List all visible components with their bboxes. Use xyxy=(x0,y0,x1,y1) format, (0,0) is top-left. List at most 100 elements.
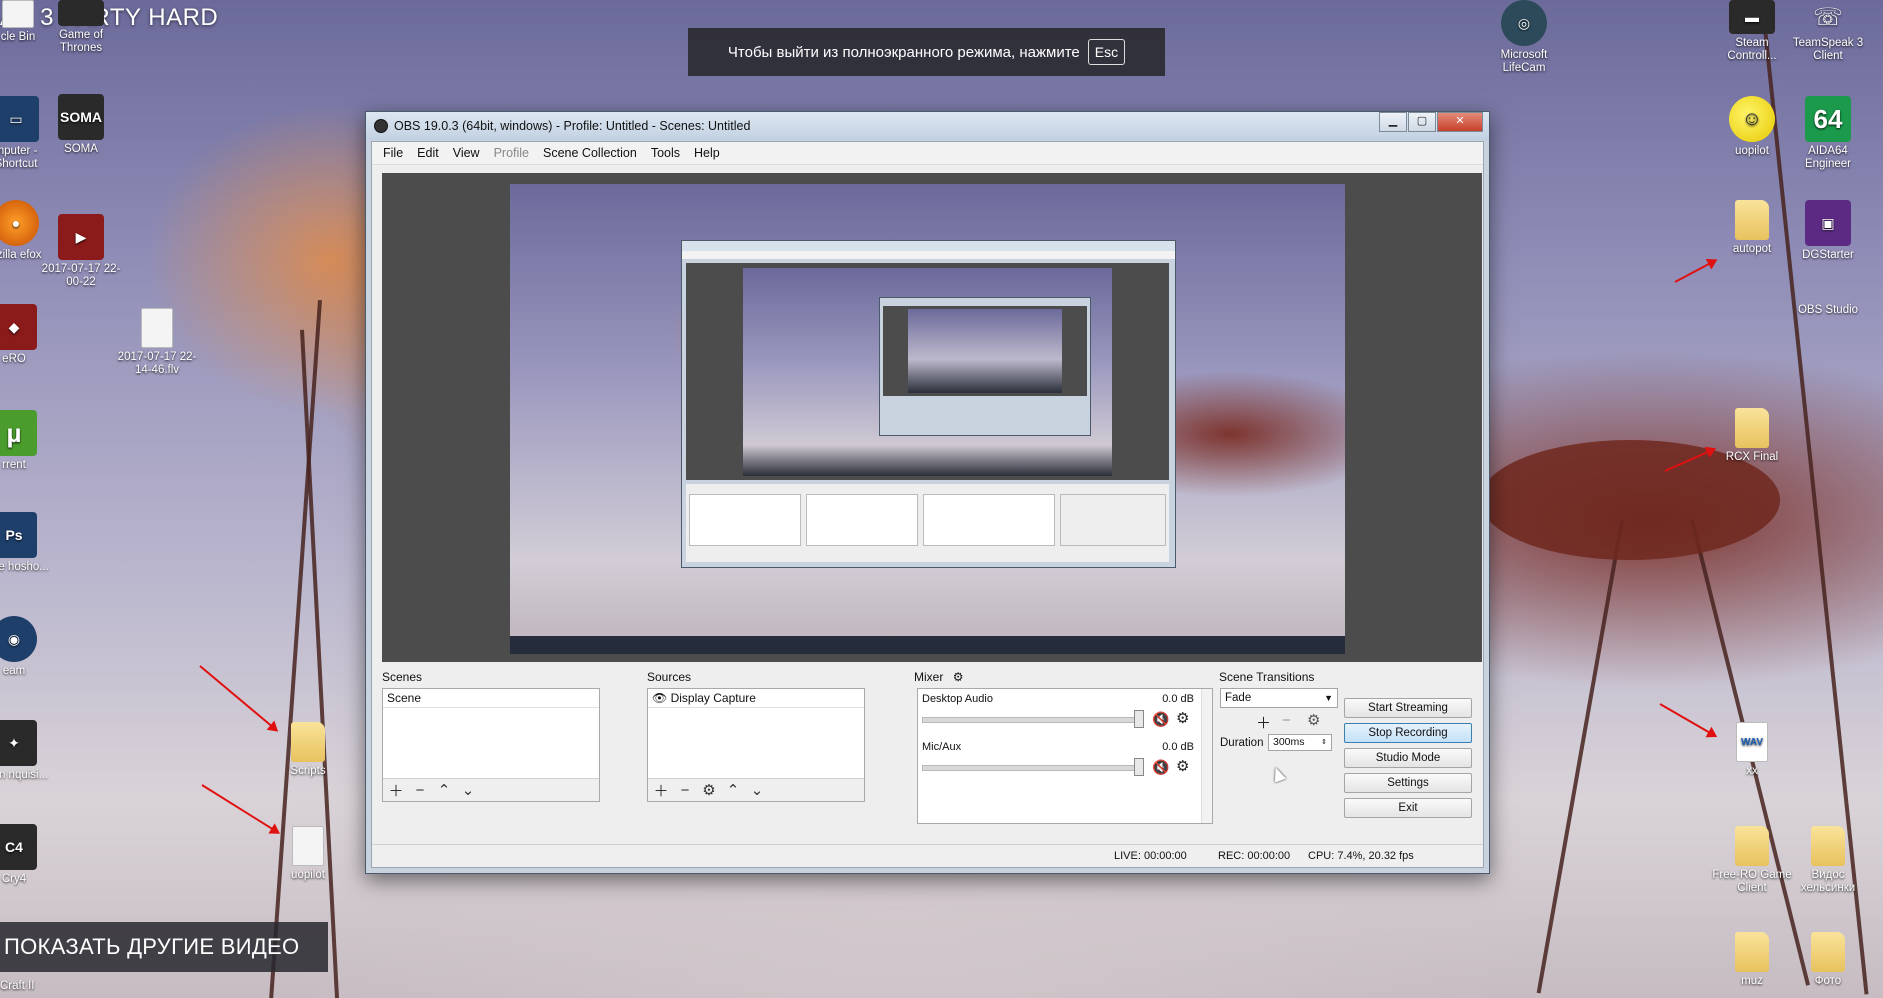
desktop-icon-uopilot-file[interactable]: uopilot xyxy=(268,826,348,882)
recursive-controls xyxy=(1060,494,1166,546)
desktop-icon-xx-wav[interactable]: WAV xx xyxy=(1712,722,1792,778)
desktop-icon-free-ro[interactable]: Free-RO Game Client xyxy=(1712,826,1792,895)
gear-icon[interactable]: ⚙ xyxy=(953,670,964,684)
firefox-icon: ● xyxy=(0,200,39,246)
mixer-channel-mic-aux: Mic/Aux 0.0 dB 🔇 ⚙ xyxy=(922,741,1198,776)
eye-icon[interactable]: 👁 xyxy=(652,691,667,705)
desktop-icon-scripts[interactable]: Scripts xyxy=(268,722,348,778)
annotation-arrow xyxy=(1674,259,1717,283)
desktop-icon-game-of-thrones[interactable]: Game of Thrones xyxy=(41,0,121,55)
status-bar: LIVE: 00:00:00 REC: 00:00:00 CPU: 7.4%, … xyxy=(372,844,1483,867)
desktop-icon-far-cry-4[interactable]: C4 Cry4 xyxy=(0,824,54,886)
desktop-icon-lifecam[interactable]: ◎ Microsoft LifeCam xyxy=(1484,0,1564,75)
chevron-down-icon[interactable]: ⌄ xyxy=(459,781,477,799)
studio-mode-button[interactable]: Studio Mode xyxy=(1344,748,1472,768)
folder-icon xyxy=(1735,200,1769,240)
volume-slider-handle[interactable] xyxy=(1134,758,1144,776)
settings-button[interactable]: Settings xyxy=(1344,773,1472,793)
desktop-icon-uopilot[interactable]: ☺ uopilot xyxy=(1712,96,1792,158)
recursive-sources xyxy=(806,494,918,546)
dragon-age-icon: ✦ xyxy=(0,720,37,766)
menu-file[interactable]: File xyxy=(376,144,410,162)
desktop-icon-label: xx xyxy=(1746,765,1758,777)
desktop-icon-ero[interactable]: ◆ eRO xyxy=(0,304,54,366)
aida64-icon: 64 xyxy=(1805,96,1851,142)
desktop-icon-label: Steam Controll... xyxy=(1727,37,1777,62)
speaker-muted-icon[interactable]: 🔇 xyxy=(1152,711,1169,728)
desktop-icon-utorrent[interactable]: µ rrent xyxy=(0,410,54,472)
chevron-down-icon[interactable]: ⌄ xyxy=(748,781,766,799)
exit-button[interactable]: Exit xyxy=(1344,798,1472,818)
spinner-arrows-icon[interactable]: ⇕ xyxy=(1321,735,1327,750)
recursive-scenes xyxy=(689,494,801,546)
menu-scene-collection[interactable]: Scene Collection xyxy=(536,144,644,162)
remove-icon[interactable]: − xyxy=(1282,712,1291,729)
sources-panel: 👁 Display Capture ＋ − ⚙ ⌃ ⌄ xyxy=(647,688,865,802)
gear-icon[interactable]: ⚙ xyxy=(1176,757,1189,775)
remove-icon[interactable]: − xyxy=(676,782,694,799)
desktop-icon-photo[interactable]: Фото xyxy=(1788,932,1868,988)
close-button[interactable]: ✕ xyxy=(1437,112,1483,132)
desktop-icon-muz[interactable]: muz xyxy=(1712,932,1792,988)
gear-icon[interactable]: ⚙ xyxy=(1176,709,1189,727)
video-thumbnail-icon: ▶ xyxy=(58,214,104,260)
desktop-icon-steam[interactable]: ◉ eam xyxy=(0,616,54,678)
desktop-icon-autopot[interactable]: autopot xyxy=(1712,200,1792,256)
scenes-panel: Scene ＋ − ⌃ ⌄ xyxy=(382,688,600,802)
desktop-icon-dgstarter[interactable]: ▣ DGStarter xyxy=(1788,200,1868,262)
gear-icon[interactable]: ⚙ xyxy=(1307,711,1320,729)
rec-status: REC: 00:00:00 xyxy=(1218,850,1291,862)
mixer-scrollbar[interactable] xyxy=(1201,689,1212,823)
speaker-muted-icon[interactable]: 🔇 xyxy=(1152,759,1169,776)
duration-spinbox[interactable]: 300ms ⇕ xyxy=(1268,734,1332,751)
gear-icon[interactable]: ⚙ xyxy=(700,781,718,799)
desktop-icon-steam-controller[interactable]: ▬ Steam Controll... xyxy=(1712,0,1792,63)
folder-icon xyxy=(1735,408,1769,448)
desktop-icon-dragon-age[interactable]: ✦ agon nquisi... xyxy=(0,720,54,782)
folder-icon xyxy=(291,722,325,762)
desktop-icon-label: agon nquisi... xyxy=(0,769,49,781)
source-item[interactable]: 👁 Display Capture xyxy=(648,689,864,708)
desktop-icon-photoshop[interactable]: Ps dobe hosho... xyxy=(0,512,54,574)
volume-slider-track[interactable] xyxy=(922,717,1140,723)
menu-profile[interactable]: Profile xyxy=(487,144,536,162)
desktop-icon-label: TeamSpeak 3 Client xyxy=(1792,37,1864,62)
recursive-preview-inner-2 xyxy=(908,309,1062,393)
desktop-icon-label: RCX Final xyxy=(1725,451,1779,463)
chevron-up-icon[interactable]: ⌃ xyxy=(435,781,453,799)
scenes-toolbar: ＋ − ⌃ ⌄ xyxy=(383,778,599,801)
preview-canvas[interactable] xyxy=(382,173,1482,662)
add-icon[interactable]: ＋ xyxy=(387,780,405,801)
desktop-icon-rcx-final[interactable]: RCX Final xyxy=(1712,408,1792,464)
volume-slider-handle[interactable] xyxy=(1134,710,1144,728)
menu-help[interactable]: Help xyxy=(687,144,727,162)
desktop-icon-obs-studio[interactable]: ◐ OBS Studio xyxy=(1788,304,1868,317)
desktop-icon-teamspeak[interactable]: ☏ TeamSpeak 3 Client xyxy=(1788,0,1868,63)
desktop-icon-aida64[interactable]: 64 AIDA64 Engineer xyxy=(1788,96,1868,171)
transition-select[interactable]: Fade ▼ xyxy=(1220,688,1338,708)
mixer-channel-desktop-audio: Desktop Audio 0.0 dB 🔇 ⚙ xyxy=(922,693,1198,728)
menu-edit[interactable]: Edit xyxy=(410,144,446,162)
start-streaming-button[interactable]: Start Streaming xyxy=(1344,698,1472,718)
add-icon[interactable]: ＋ xyxy=(1256,712,1271,733)
menu-view[interactable]: View xyxy=(446,144,487,162)
maximize-button[interactable]: ▢ xyxy=(1408,112,1436,132)
mixer-panel: Desktop Audio 0.0 dB 🔇 ⚙ Mic/Aux 0.0 dB … xyxy=(917,688,1213,824)
desktop-icon-helsinki-video[interactable]: Видос хельсинки xyxy=(1788,826,1868,895)
menu-tools[interactable]: Tools xyxy=(644,144,687,162)
desktop-icon-flv-file[interactable]: 2017-07-17 22-14-46.flv xyxy=(117,308,197,377)
desktop-icon-video-2017-07-17[interactable]: ▶ 2017-07-17 22-00-22 xyxy=(41,214,121,289)
minimize-button[interactable]: ▁ xyxy=(1379,112,1407,132)
remove-icon[interactable]: − xyxy=(411,782,429,799)
chevron-up-icon[interactable]: ⌃ xyxy=(724,781,742,799)
volume-slider-track[interactable] xyxy=(922,765,1140,771)
show-more-videos-button[interactable]: ПОКАЗАТЬ ДРУГИЕ ВИДЕО xyxy=(0,922,328,972)
wallpaper-leg xyxy=(1536,520,1624,994)
recursive-mixer xyxy=(923,494,1055,546)
obs-titlebar[interactable]: OBS 19.0.3 (64bit, windows) - Profile: U… xyxy=(366,112,1489,140)
stop-recording-button[interactable]: Stop Recording xyxy=(1344,723,1472,743)
desktop-icon-soma[interactable]: SOMA SOMA xyxy=(41,94,121,156)
desktop-icon-label: AIDA64 Engineer xyxy=(1804,145,1852,170)
scene-item[interactable]: Scene xyxy=(383,689,599,708)
add-icon[interactable]: ＋ xyxy=(652,780,670,801)
